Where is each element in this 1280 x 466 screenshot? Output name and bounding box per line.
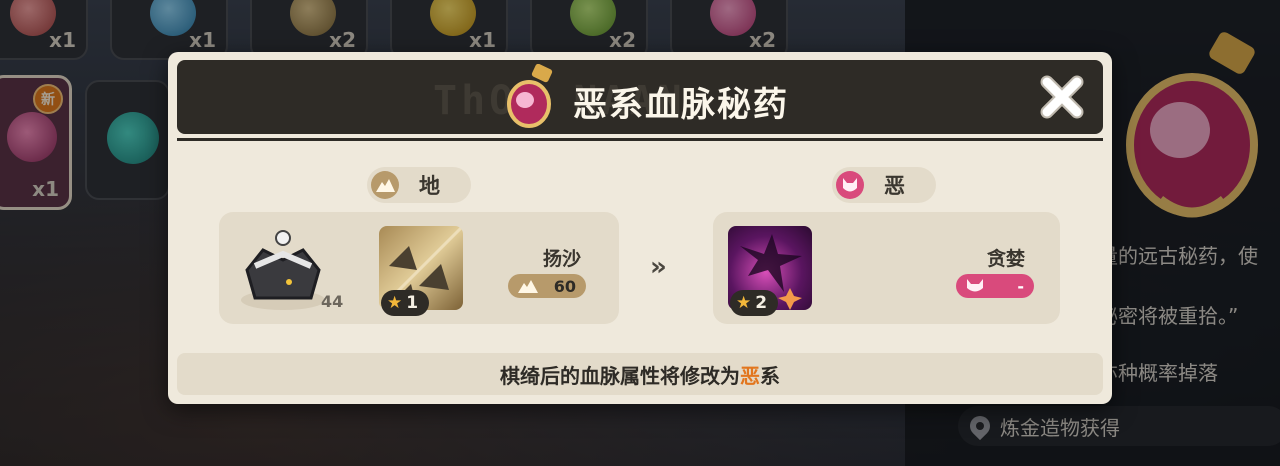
skill-card-after: ★ 2 贪婪 - xyxy=(713,212,1060,324)
skill-power-badge: 60 xyxy=(508,274,586,298)
demon-face-icon xyxy=(967,279,983,292)
skill-name: 扬沙 xyxy=(543,248,582,270)
skill-name: 贪婪 xyxy=(987,248,1026,270)
power-value: - xyxy=(1017,276,1024,296)
pet-level: 44 xyxy=(321,292,344,311)
pet-portrait-icon xyxy=(241,230,325,310)
notice-suffix: 系 xyxy=(760,363,780,388)
skill-level-value: 1 xyxy=(406,293,419,313)
skill-card-before: 44 ★ 1 扬沙 60 xyxy=(219,212,619,324)
element-tag-dark: 恶 xyxy=(832,167,936,203)
bloodline-change-notice: 棋绮后的血脉属性将修改为恶系 xyxy=(177,353,1103,395)
skill-level-badge: ★ 2 xyxy=(730,290,778,316)
skill-power-badge: - xyxy=(956,274,1034,298)
power-value: 60 xyxy=(553,276,576,296)
transform-arrow-icon: » xyxy=(650,252,667,282)
notice-highlight: 恶 xyxy=(740,363,760,388)
star-icon: ★ xyxy=(387,292,403,313)
mountain-icon xyxy=(367,167,403,203)
bloodline-potion-modal: ThOX NAAN 恶系血脉秘药 地 恶 44 ★ 1 扬沙 60 » ★ 2 … xyxy=(168,52,1112,404)
skill-level-badge: ★ 1 xyxy=(381,290,429,316)
modal-header: ThOX NAAN 恶系血脉秘药 xyxy=(177,60,1103,134)
skill-level-value: 2 xyxy=(755,293,768,313)
element-label: 恶 xyxy=(884,174,905,198)
demon-face-icon xyxy=(832,167,868,203)
header-divider xyxy=(177,138,1103,141)
dark-potion-icon xyxy=(507,64,553,128)
notice-prefix: 棋绮后的血脉属性将修改为 xyxy=(500,363,740,388)
modal-title: 恶系血脉秘药 xyxy=(573,85,789,125)
close-icon[interactable] xyxy=(1035,70,1089,124)
star-icon: ★ xyxy=(736,292,752,313)
element-tag-ground: 地 xyxy=(367,167,471,203)
mountain-icon xyxy=(518,280,538,293)
element-label: 地 xyxy=(419,174,440,198)
